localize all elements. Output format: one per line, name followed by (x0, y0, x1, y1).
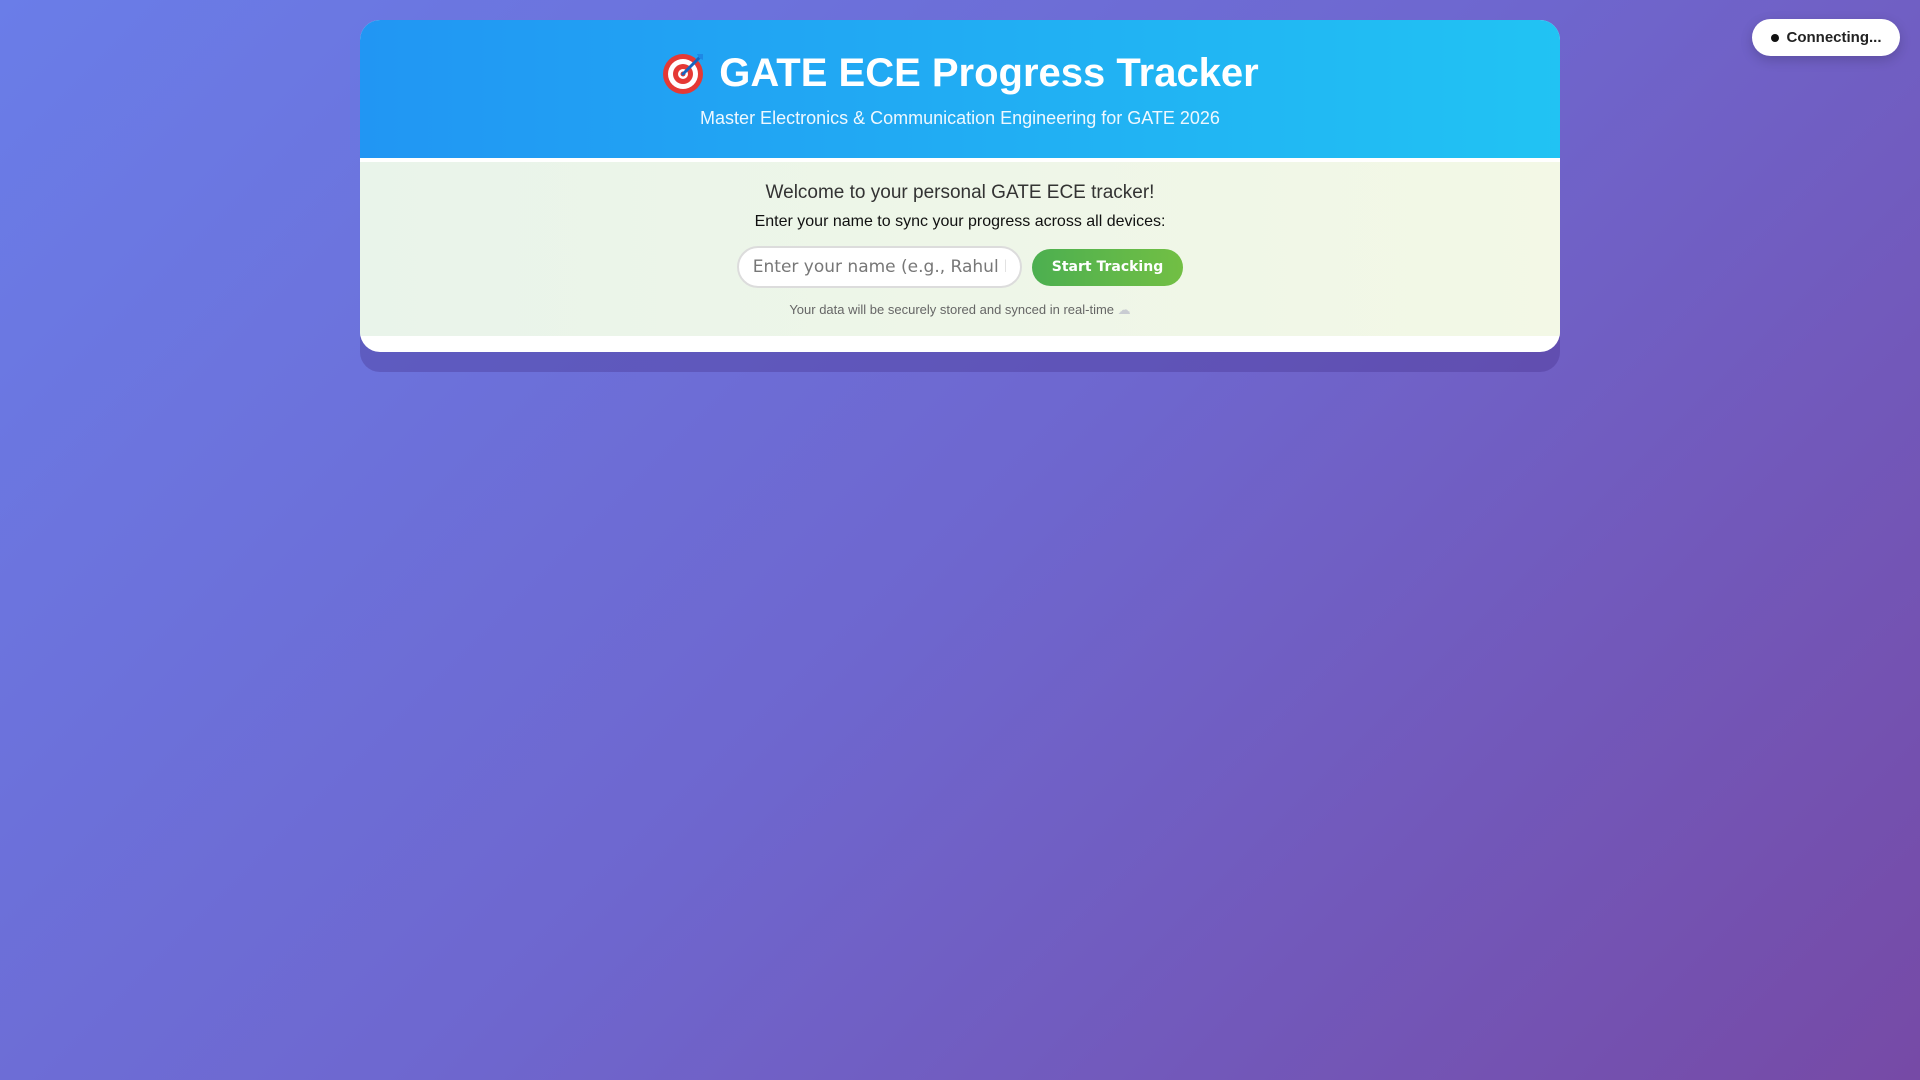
name-form: Start Tracking (360, 246, 1560, 288)
welcome-text: Welcome to your personal GATE ECE tracke… (765, 182, 1155, 203)
page-subtitle: Master Electronics & Communication Engin… (700, 108, 1220, 128)
title-row: GATE ECE Progress Tracker (360, 50, 1560, 96)
login-section: Welcome to your personal GATE ECE tracke… (360, 162, 1560, 336)
connection-status-badge: Connecting... (1752, 19, 1900, 56)
name-input[interactable] (736, 246, 1022, 288)
card-header: GATE ECE Progress Tracker Master Electro… (360, 20, 1560, 158)
tracker-card: GATE ECE Progress Tracker Master Electro… (360, 20, 1560, 352)
start-tracking-button[interactable]: Start Tracking (1031, 248, 1184, 286)
status-dot-icon (1770, 33, 1779, 42)
page-title: GATE ECE Progress Tracker (719, 50, 1259, 95)
sync-note-text: Your data will be securely stored and sy… (789, 302, 1115, 317)
cloud-icon: ☁ (1117, 302, 1131, 317)
tracker-card-wrapper: GATE ECE Progress Tracker Master Electro… (360, 20, 1560, 372)
connection-status-label: Connecting... (1786, 29, 1882, 46)
instruction-text: Enter your name to sync your progress ac… (754, 213, 1166, 230)
target-icon (663, 54, 704, 94)
sync-note: Your data will be securely stored and sy… (360, 302, 1560, 318)
